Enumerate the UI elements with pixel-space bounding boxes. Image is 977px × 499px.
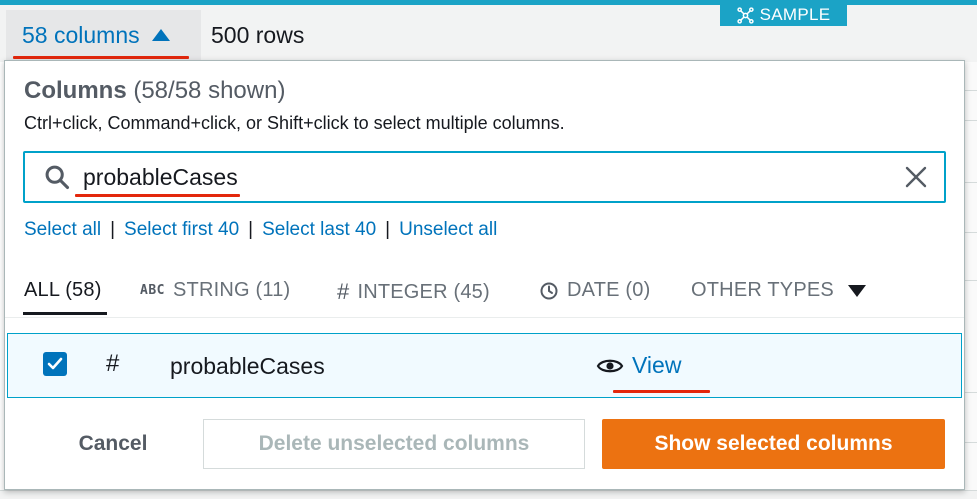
tab-date-label: DATE (0) bbox=[567, 279, 651, 301]
tab-string-label: STRING (11) bbox=[172, 279, 291, 301]
sample-badge: SAMPLE bbox=[720, 4, 847, 26]
select-last-40-link[interactable]: Select last 40 bbox=[262, 219, 376, 241]
network-icon bbox=[736, 6, 754, 24]
link-separator: | bbox=[248, 219, 254, 240]
annotation-underline bbox=[613, 390, 710, 393]
string-type-icon: ABC bbox=[140, 283, 165, 298]
caret-up-icon bbox=[151, 29, 170, 41]
link-separator: | bbox=[110, 219, 116, 240]
tab-all-label: ALL (58) bbox=[24, 279, 102, 301]
integer-type-icon: # bbox=[337, 279, 350, 304]
tab-other-types-label: OTHER TYPES bbox=[691, 279, 834, 301]
rows-count: 500 rows bbox=[211, 22, 305, 48]
columns-toggle-button[interactable]: 58 columns bbox=[6, 10, 201, 60]
column-name: probableCases bbox=[170, 353, 325, 379]
select-first-40-link[interactable]: Select first 40 bbox=[124, 219, 239, 241]
columns-popover: Columns (58/58 shown) Ctrl+click, Comman… bbox=[4, 60, 965, 490]
popover-footer: Cancel Delete unselected columns Show se… bbox=[5, 419, 964, 473]
columns-toggle-label: 58 columns bbox=[22, 21, 140, 48]
tab-integer-label: INTEGER (45) bbox=[357, 280, 490, 303]
view-link-label: View bbox=[632, 352, 682, 378]
column-search-input[interactable] bbox=[83, 163, 883, 191]
column-row[interactable]: # probableCases View bbox=[7, 333, 962, 398]
search-icon bbox=[45, 165, 70, 190]
tab-other-types[interactable]: OTHER TYPES bbox=[691, 279, 866, 302]
delete-unselected-columns-button[interactable]: Delete unselected columns bbox=[203, 419, 585, 469]
tab-date[interactable]: DATE (0) bbox=[539, 279, 650, 302]
tab-all[interactable]: ALL (58) bbox=[24, 279, 102, 302]
unselect-all-link[interactable]: Unselect all bbox=[399, 219, 497, 241]
annotation-underline bbox=[13, 56, 189, 59]
type-filter-tabs: ALL (58) ABC STRING (11) # INTEGER (45) … bbox=[5, 271, 964, 318]
caret-down-icon bbox=[847, 284, 866, 297]
background-grid-bottom bbox=[0, 490, 977, 499]
close-icon[interactable] bbox=[904, 165, 928, 189]
multi-select-hint: Ctrl+click, Command+click, or Shift+clic… bbox=[24, 113, 565, 133]
show-selected-columns-button[interactable]: Show selected columns bbox=[602, 419, 945, 469]
popover-title-label: Columns bbox=[24, 77, 127, 104]
check-icon bbox=[47, 357, 63, 370]
active-tab-indicator bbox=[23, 312, 107, 315]
tab-integer[interactable]: # INTEGER (45) bbox=[337, 279, 490, 305]
select-all-link[interactable]: Select all bbox=[24, 219, 101, 241]
view-column-link[interactable]: View bbox=[596, 352, 681, 379]
sample-badge-label: SAMPLE bbox=[759, 5, 831, 24]
link-separator: | bbox=[385, 219, 391, 240]
integer-type-icon: # bbox=[106, 350, 120, 377]
clock-icon bbox=[540, 282, 558, 299]
eye-icon bbox=[596, 359, 624, 372]
select-links: Select all | Select first 40 | Select la… bbox=[24, 219, 497, 241]
cancel-button[interactable]: Cancel bbox=[73, 419, 153, 469]
popover-title-count: (58/58 shown) bbox=[133, 77, 286, 104]
popover-title: Columns (58/58 shown) bbox=[24, 77, 285, 105]
tab-string[interactable]: ABC STRING (11) bbox=[140, 279, 290, 302]
column-checkbox[interactable] bbox=[43, 352, 67, 376]
annotation-underline bbox=[75, 194, 240, 197]
